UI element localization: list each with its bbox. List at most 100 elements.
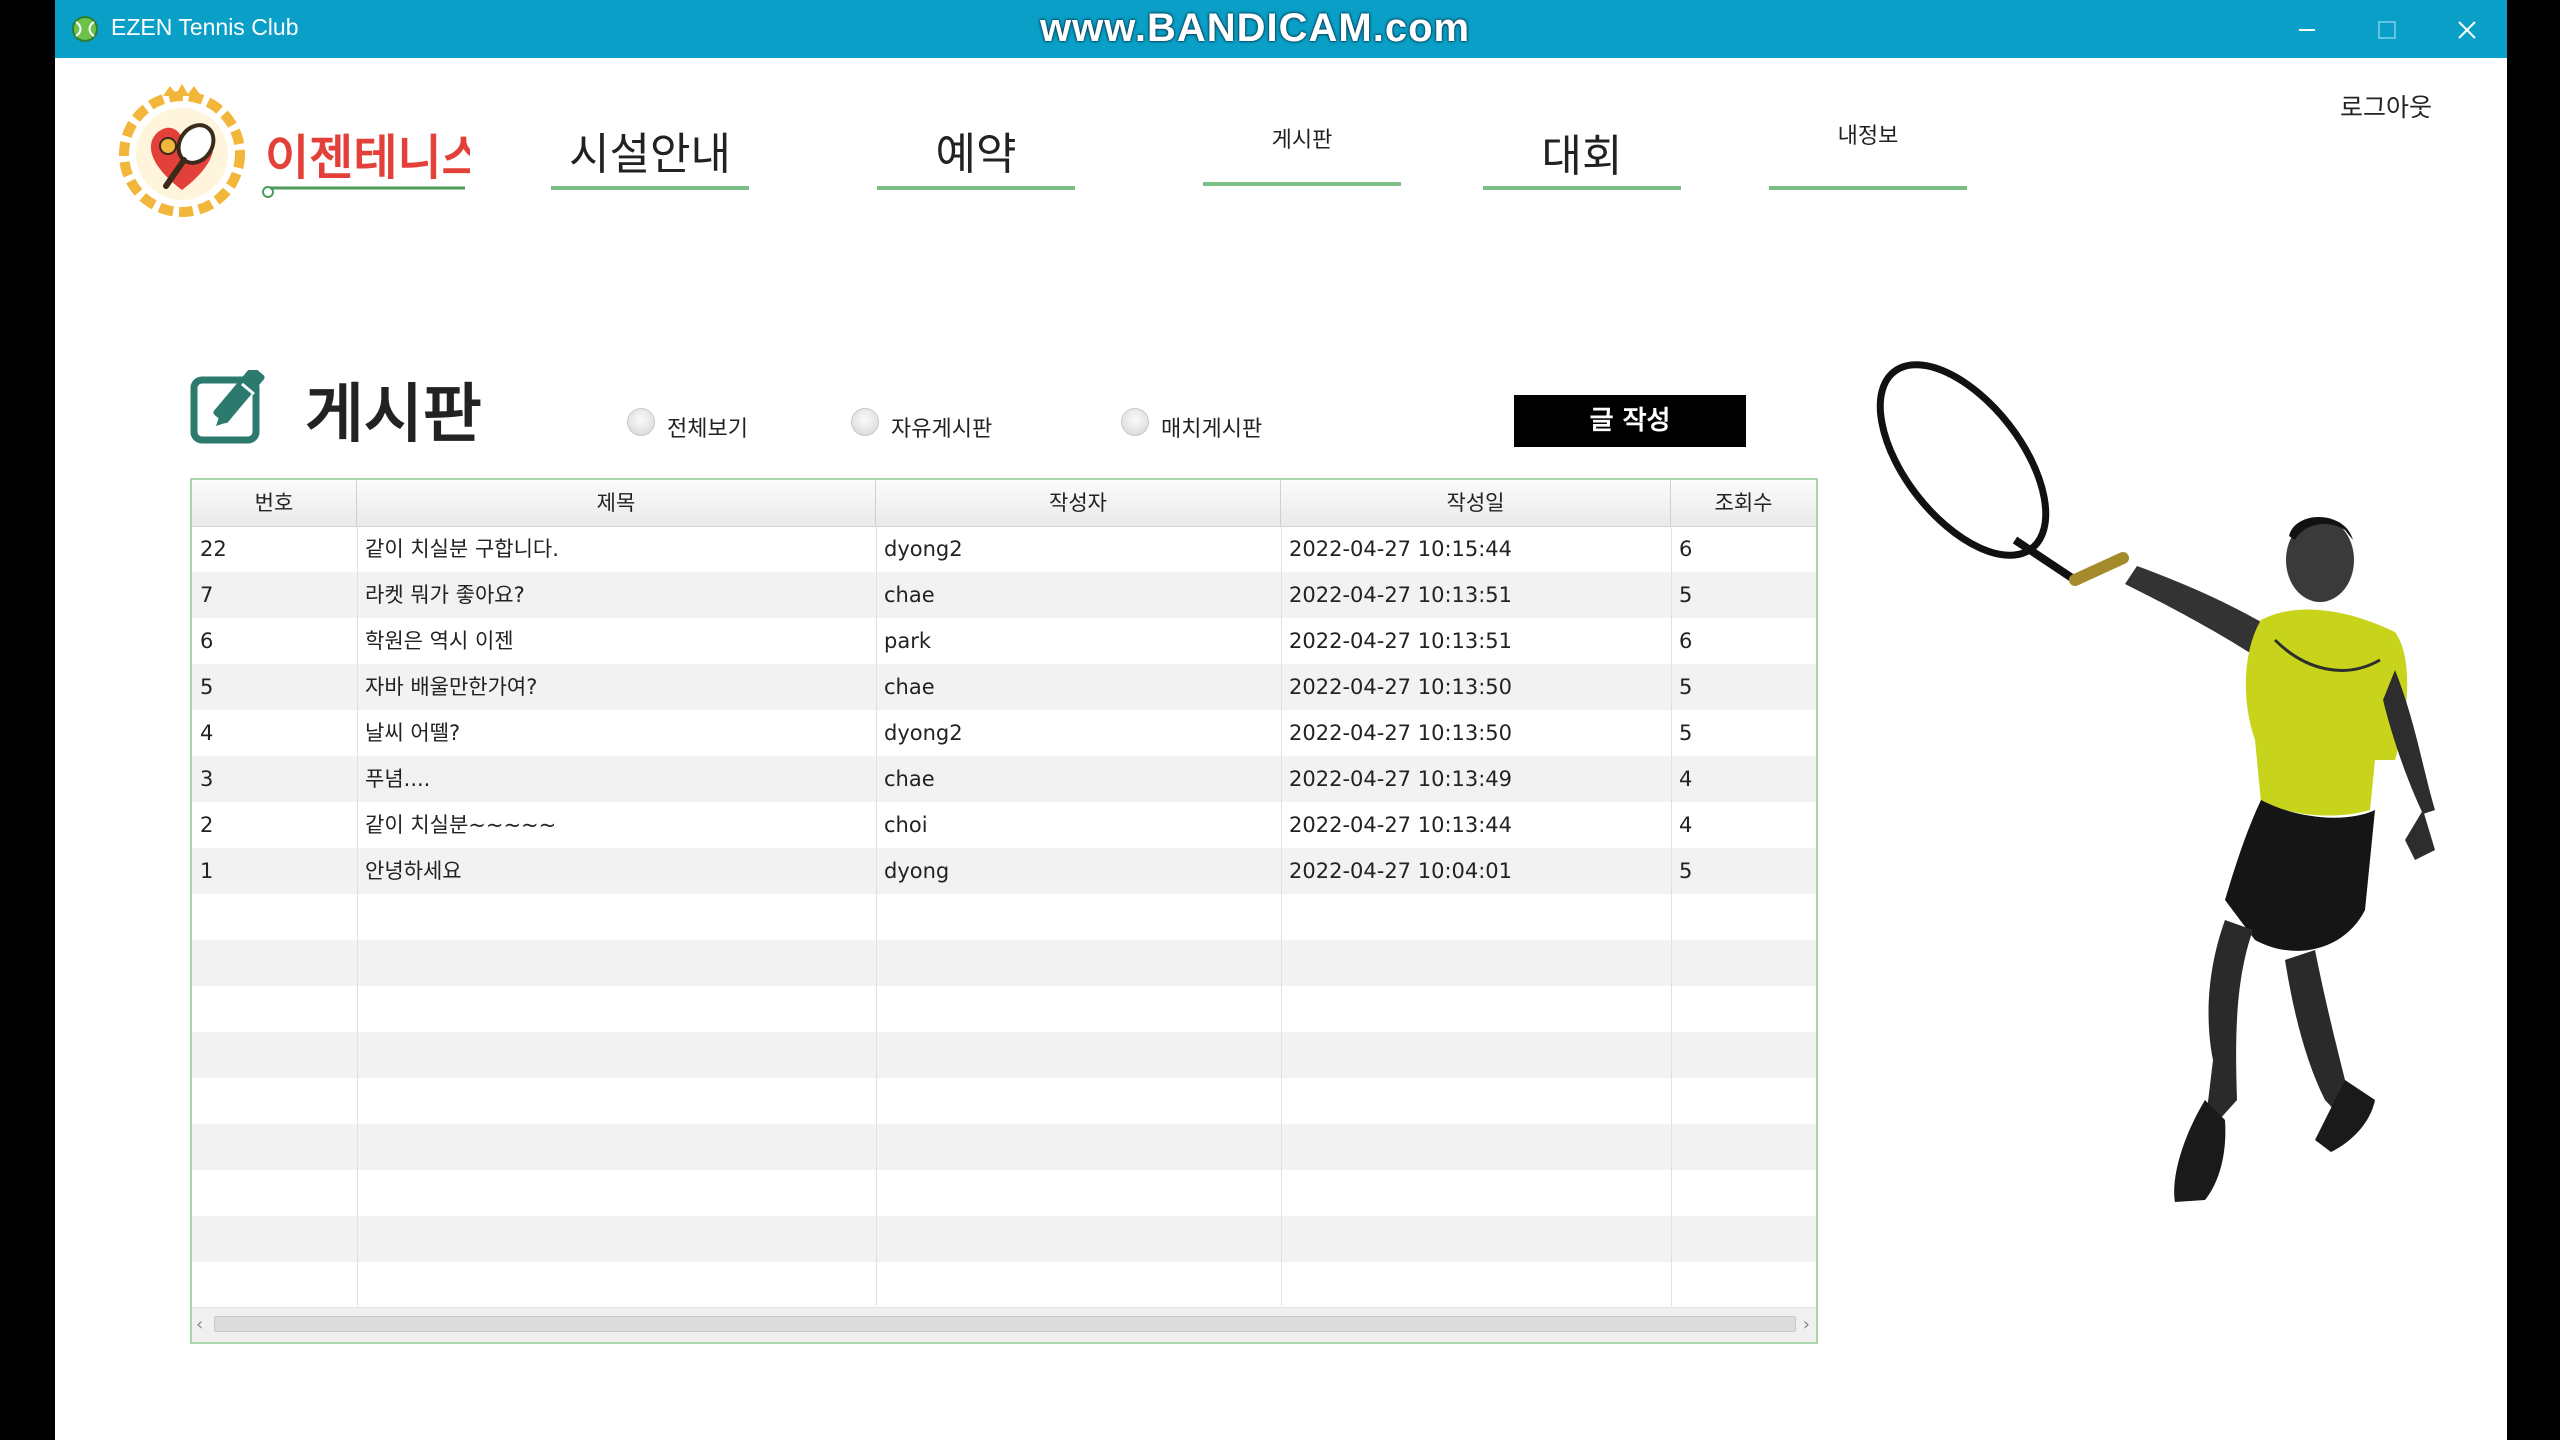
- column-header-number[interactable]: 번호: [192, 480, 357, 526]
- table-row[interactable]: 4 날씨 어뗄? dyong2 2022-04-27 10:13:50 5: [192, 710, 1816, 756]
- cell-views: 5: [1679, 859, 1693, 883]
- cell-views: 6: [1679, 537, 1693, 561]
- nav-board[interactable]: 게시판: [1203, 100, 1401, 190]
- cell-views: 5: [1679, 721, 1693, 745]
- tennis-player-image: [1876, 361, 2435, 1202]
- cell-date: 2022-04-27 10:13:44: [1289, 813, 1513, 837]
- nav-underline: [1203, 182, 1401, 186]
- nav-tournament[interactable]: 대회: [1483, 100, 1681, 190]
- club-logo[interactable]: 이젠테니스: [110, 82, 470, 227]
- window-title: EZEN Tennis Club: [111, 14, 299, 40]
- empty-table-row: [192, 894, 1816, 940]
- title-bar: EZEN Tennis Club www.BANDICAM.com: [55, 0, 2507, 58]
- empty-table-row: [192, 1262, 1816, 1308]
- empty-table-row: [192, 940, 1816, 986]
- cell-title: 같이 치실분 구합니다.: [365, 537, 559, 561]
- cell-views: 5: [1679, 583, 1693, 607]
- cell-author: chae: [884, 583, 935, 607]
- minimize-button[interactable]: [2267, 0, 2347, 58]
- column-divider: [876, 526, 877, 1306]
- filter-free-board-radio[interactable]: 자유게시판: [851, 405, 1031, 442]
- filter-all-label: 전체보기: [667, 417, 748, 442]
- cell-title: 날씨 어뗄?: [365, 721, 461, 745]
- column-header-views[interactable]: 조회수: [1671, 480, 1816, 526]
- nav-underline: [551, 186, 749, 190]
- posts-table: 번호 제목 작성자 작성일 조회수 22 같이 치실분 구합니다. dyong2 20…: [190, 478, 1818, 1344]
- edit-icon: [190, 370, 265, 444]
- cell-date: 2022-04-27 10:13:51: [1289, 629, 1513, 653]
- cell-views: 6: [1679, 629, 1693, 653]
- recorder-watermark: www.BANDICAM.com: [1040, 6, 1471, 50]
- cell-date: 2022-04-27 10:13:51: [1289, 583, 1513, 607]
- table-row[interactable]: 2 같이 치실분~~~~~ choi 2022-04-27 10:13:44 4: [192, 802, 1816, 848]
- cell-title: 같이 치실분~~~~~: [365, 813, 557, 837]
- cell-author: chae: [884, 675, 935, 699]
- maximize-button[interactable]: [2347, 0, 2427, 58]
- table-row[interactable]: 1 안녕하세요 dyong 2022-04-27 10:04:01 5: [192, 848, 1816, 894]
- nav-facility-label: 시설안내: [569, 129, 731, 180]
- cell-number: 5: [200, 675, 214, 699]
- radio-button[interactable]: [627, 408, 655, 436]
- column-header-title[interactable]: 제목: [357, 480, 876, 526]
- scroll-right-icon[interactable]: ›: [1803, 1314, 1810, 1335]
- maximize-icon: [2378, 21, 2396, 39]
- table-row[interactable]: 6 학원은 역시 이젠 park 2022-04-27 10:13:51 6: [192, 618, 1816, 664]
- nav-underline: [1483, 186, 1681, 190]
- minimize-icon: [2299, 29, 2315, 31]
- cell-views: 5: [1679, 675, 1693, 699]
- cell-date: 2022-04-27 10:15:44: [1289, 537, 1513, 561]
- cell-number: 2: [200, 813, 214, 837]
- nav-underline: [877, 186, 1075, 190]
- scrollbar-thumb[interactable]: [214, 1316, 1796, 1332]
- nav-tournament-label: 대회: [1541, 131, 1623, 182]
- cell-title: 라켓 뭐가 좋아요?: [365, 583, 525, 607]
- nav-board-label: 게시판: [1271, 128, 1333, 153]
- cell-number: 7: [200, 583, 214, 607]
- cell-title: 학원은 역시 이젠: [365, 629, 514, 653]
- empty-table-row: [192, 1170, 1816, 1216]
- empty-table-row: [192, 1078, 1816, 1124]
- nav-reservation-label: 예약: [935, 129, 1017, 180]
- filter-free-board-label: 자유게시판: [891, 417, 993, 442]
- horizontal-scrollbar[interactable]: ‹ ›: [192, 1307, 1816, 1342]
- cell-date: 2022-04-27 10:13:49: [1289, 767, 1513, 791]
- cell-author: park: [884, 629, 931, 653]
- filter-all-radio[interactable]: 전체보기: [627, 405, 787, 442]
- cell-author: choi: [884, 813, 928, 837]
- cell-number: 3: [200, 767, 214, 791]
- scroll-left-icon[interactable]: ‹: [196, 1314, 203, 1335]
- cell-author: chae: [884, 767, 935, 791]
- radio-button[interactable]: [1121, 408, 1149, 436]
- nav-my-info[interactable]: 내정보: [1769, 100, 1967, 190]
- table-row[interactable]: 5 자바 배울만한가여? chae 2022-04-27 10:13:50 5: [192, 664, 1816, 710]
- cell-title: 푸념....: [365, 767, 431, 791]
- filter-match-board-label: 매치게시판: [1161, 417, 1263, 442]
- cell-author: dyong2: [884, 721, 963, 745]
- column-divider: [1671, 526, 1672, 1306]
- empty-table-row: [192, 1216, 1816, 1262]
- app-window: EZEN Tennis Club www.BANDICAM.com 이젠테니스 …: [55, 0, 2507, 1440]
- page-title: 게시판: [305, 378, 482, 452]
- column-header-date[interactable]: 작성일: [1281, 480, 1671, 526]
- logout-link[interactable]: 로그아웃: [2340, 88, 2432, 124]
- nav-underline: [1769, 186, 1967, 190]
- cell-number: 6: [200, 629, 214, 653]
- filter-match-board-radio[interactable]: 매치게시판: [1121, 405, 1301, 442]
- cell-date: 2022-04-27 10:04:01: [1289, 859, 1513, 883]
- nav-facility[interactable]: 시설안내: [551, 100, 749, 190]
- tennis-ball-icon: [72, 16, 98, 42]
- close-button[interactable]: [2427, 0, 2507, 58]
- cell-date: 2022-04-27 10:13:50: [1289, 721, 1513, 745]
- table-body: 22 같이 치실분 구합니다. dyong2 2022-04-27 10:15:44 6…: [192, 526, 1816, 1306]
- empty-table-row: [192, 1032, 1816, 1078]
- write-post-button[interactable]: 글 작성: [1514, 395, 1746, 447]
- table-row[interactable]: 7 라켓 뭐가 좋아요? chae 2022-04-27 10:13:51 5: [192, 572, 1816, 618]
- nav-my-info-label: 내정보: [1837, 124, 1899, 149]
- cell-author: dyong: [884, 859, 950, 883]
- column-header-author[interactable]: 작성자: [876, 480, 1281, 526]
- cell-number: 1: [200, 859, 214, 883]
- radio-button[interactable]: [851, 408, 879, 436]
- table-row[interactable]: 22 같이 치실분 구합니다. dyong2 2022-04-27 10:15:44 6: [192, 526, 1816, 572]
- nav-reservation[interactable]: 예약: [877, 100, 1075, 190]
- table-row[interactable]: 3 푸념.... chae 2022-04-27 10:13:49 4: [192, 756, 1816, 802]
